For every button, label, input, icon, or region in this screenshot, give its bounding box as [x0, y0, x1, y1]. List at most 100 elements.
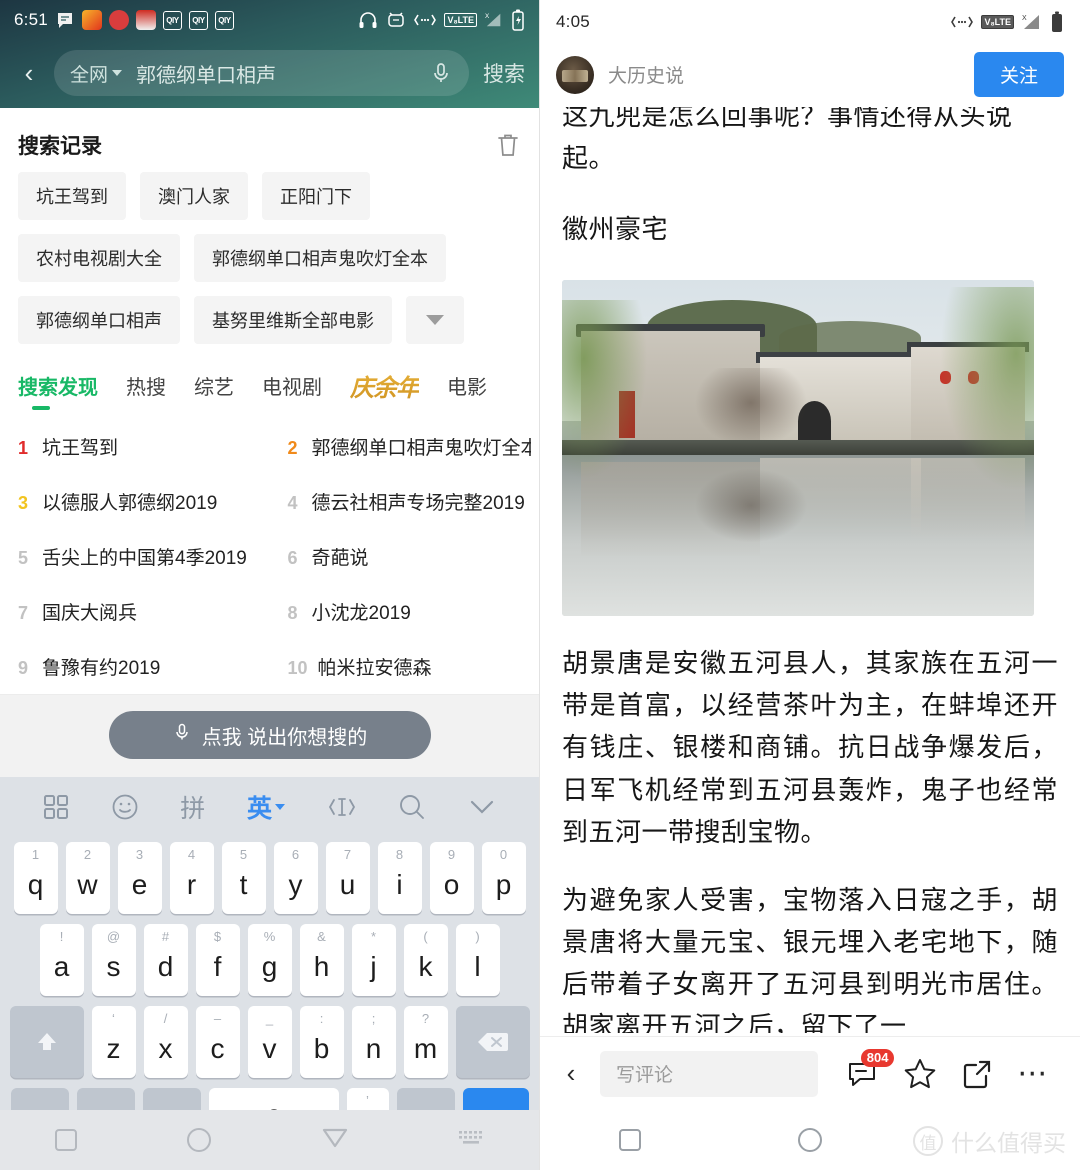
english-toggle[interactable]: 英 — [247, 789, 285, 825]
list-item[interactable]: 6 奇葩说 — [270, 529, 540, 584]
tab-search-discovery[interactable]: 搜索发现 — [18, 371, 98, 410]
key-c[interactable]: – c — [195, 1006, 240, 1078]
star-icon[interactable] — [904, 1058, 936, 1089]
backspace-icon[interactable] — [455, 1006, 530, 1078]
home-icon[interactable] — [187, 1128, 212, 1152]
dual-phone-screenshot: 6:51 QIY QIY QIY V₈LTE X ‹ 全网 郭德纲单口相声 搜索… — [0, 0, 1080, 1170]
recents-icon[interactable] — [618, 1129, 641, 1151]
back-chevron-icon[interactable]: ‹ — [14, 58, 44, 88]
history-tag[interactable]: 基努里维斯全部电影 — [194, 296, 392, 344]
alarm-icon — [386, 11, 406, 29]
key-s[interactable]: @ s — [91, 924, 136, 996]
key-a[interactable]: ! a — [39, 924, 84, 996]
search-history-tags: 坑王驾到 澳门人家 正阳门下 农村电视剧大全 郭德纲单口相声鬼吹灯全本 郭德纲单… — [0, 172, 539, 344]
key-e[interactable]: 3e — [117, 842, 162, 914]
key-p[interactable]: 0p — [481, 842, 526, 914]
key-b[interactable]: :b — [299, 1006, 344, 1078]
home-icon[interactable] — [797, 1128, 822, 1152]
voice-search-strip: 点我 说出你想搜的 — [0, 694, 539, 777]
more-dots-icon[interactable]: ⋯ — [1017, 1058, 1049, 1088]
left-header: 6:51 QIY QIY QIY V₈LTE X ‹ 全网 郭德纲单口相声 搜索 — [0, 0, 539, 108]
list-item[interactable]: 1 坑王驾到 — [0, 419, 270, 474]
article-content[interactable]: 这九兜是怎么回事呢？事情还得从头说起。 徽州豪宅 胡景唐是安徽五河县人，其家族在… — [540, 107, 1080, 1033]
key-y[interactable]: 6y — [273, 842, 318, 914]
key-m[interactable]: ? m — [403, 1006, 448, 1078]
list-item[interactable]: 5 舌尖上的中国第4季2019 — [0, 529, 270, 584]
iqiyi-icon: QIY — [214, 10, 234, 30]
key-u[interactable]: 7u — [325, 842, 370, 914]
key-o[interactable]: 9o — [429, 842, 474, 914]
key-l[interactable]: ) l — [455, 924, 500, 996]
key-h[interactable]: & h — [299, 924, 344, 996]
key-w[interactable]: 2w — [65, 842, 110, 914]
key-k[interactable]: (k — [403, 924, 448, 996]
rank-title: 帕米拉安德森 — [317, 658, 432, 679]
pinyin-toggle[interactable]: 拼 — [180, 789, 205, 825]
microphone-icon[interactable] — [429, 61, 453, 85]
history-tag[interactable]: 正阳门下 — [262, 172, 370, 220]
list-item[interactable]: 4 德云社相声专场完整2019 — [270, 474, 540, 529]
rank-title: 鲁豫有约2019 — [42, 658, 161, 679]
avatar[interactable] — [556, 55, 594, 94]
share-icon[interactable] — [962, 1059, 992, 1089]
comment-placeholder: 写评论 — [616, 1065, 674, 1086]
list-item[interactable]: 2 郭德纲单口相声鬼吹灯全本 — [270, 419, 540, 474]
chevron-down-icon — [274, 804, 285, 810]
tab-hot-search[interactable]: 热搜 — [126, 371, 166, 410]
follow-button[interactable]: 关注 — [973, 52, 1064, 97]
comment-icon[interactable]: 804 — [847, 1048, 895, 1088]
search-submit-button[interactable]: 搜索 — [479, 58, 525, 88]
tab-variety[interactable]: 综艺 — [194, 371, 234, 410]
list-item[interactable]: 9 鲁豫有约2019 — [0, 639, 270, 694]
right-status-bar: 4:05 V₈LTE X — [540, 0, 1080, 44]
key-i[interactable]: 8i — [377, 842, 422, 914]
expand-history-button[interactable] — [406, 296, 464, 344]
key-n[interactable]: ; n — [351, 1006, 396, 1078]
key-x[interactable]: / x — [143, 1006, 188, 1078]
key-hint: ! — [59, 929, 64, 944]
search-scope-selector[interactable]: 全网 — [70, 60, 123, 87]
search-input[interactable]: 全网 郭德纲单口相声 — [54, 50, 469, 96]
list-item[interactable]: 8 小沈龙2019 — [270, 584, 540, 639]
tab-qingyunian-logo[interactable]: 庆余年 — [350, 368, 420, 413]
collapse-keyboard-icon[interactable] — [468, 797, 496, 817]
grid-icon[interactable] — [43, 794, 69, 820]
comment-input[interactable]: 写评论 — [600, 1050, 818, 1097]
list-item[interactable]: 7 国庆大阅兵 — [0, 584, 270, 639]
key-t[interactable]: 5t — [221, 842, 266, 914]
history-tag[interactable]: 郭德纲单口相声鬼吹灯全本 — [194, 234, 446, 282]
history-tag[interactable]: 郭德纲单口相声 — [18, 296, 180, 344]
key-hint: : — [319, 1011, 324, 1026]
emoji-icon[interactable] — [111, 793, 139, 821]
history-tag[interactable]: 坑王驾到 — [18, 172, 126, 220]
key-z[interactable]: ‘z — [91, 1006, 136, 1078]
shift-icon[interactable] — [9, 1006, 84, 1078]
tab-tv-series[interactable]: 电视剧 — [262, 371, 322, 410]
key-hint: ? — [421, 1011, 430, 1026]
article-paragraph: 胡景唐是安徽五河县人，其家族在五河一带是首富，以经营茶叶为主，在蚌埠还开有钱庄、… — [562, 648, 1058, 847]
key-hint: _ — [265, 1011, 274, 1026]
back-triangle-icon[interactable] — [322, 1127, 348, 1154]
key-j[interactable]: * j — [351, 924, 396, 996]
data-transfer-icon — [951, 15, 974, 29]
rank-title: 小沈龙2019 — [311, 603, 411, 624]
key-f[interactable]: $ f — [195, 924, 240, 996]
key-q[interactable]: 1q — [13, 842, 58, 914]
keyboard-icon[interactable] — [458, 1129, 484, 1152]
voice-search-button[interactable]: 点我 说出你想搜的 — [108, 711, 431, 759]
search-icon[interactable] — [398, 793, 426, 821]
key-v[interactable]: _ v — [247, 1006, 292, 1078]
history-tag[interactable]: 澳门人家 — [140, 172, 248, 220]
key-r[interactable]: 4r — [169, 842, 214, 914]
history-tag[interactable]: 农村电视剧大全 — [18, 234, 180, 282]
trash-icon[interactable] — [495, 131, 521, 159]
key-g[interactable]: % g — [247, 924, 292, 996]
tab-movie[interactable]: 电影 — [447, 371, 487, 410]
recents-icon[interactable] — [55, 1129, 78, 1151]
list-item[interactable]: 3 以德服人郭德纲2019 — [0, 474, 270, 529]
list-item[interactable]: 10 帕米拉安德森 — [270, 639, 540, 694]
key-d[interactable]: # d — [143, 924, 188, 996]
cursor-move-icon[interactable] — [327, 795, 357, 819]
back-chevron-icon[interactable]: ‹ — [558, 1058, 584, 1089]
microphone-icon — [172, 721, 192, 749]
